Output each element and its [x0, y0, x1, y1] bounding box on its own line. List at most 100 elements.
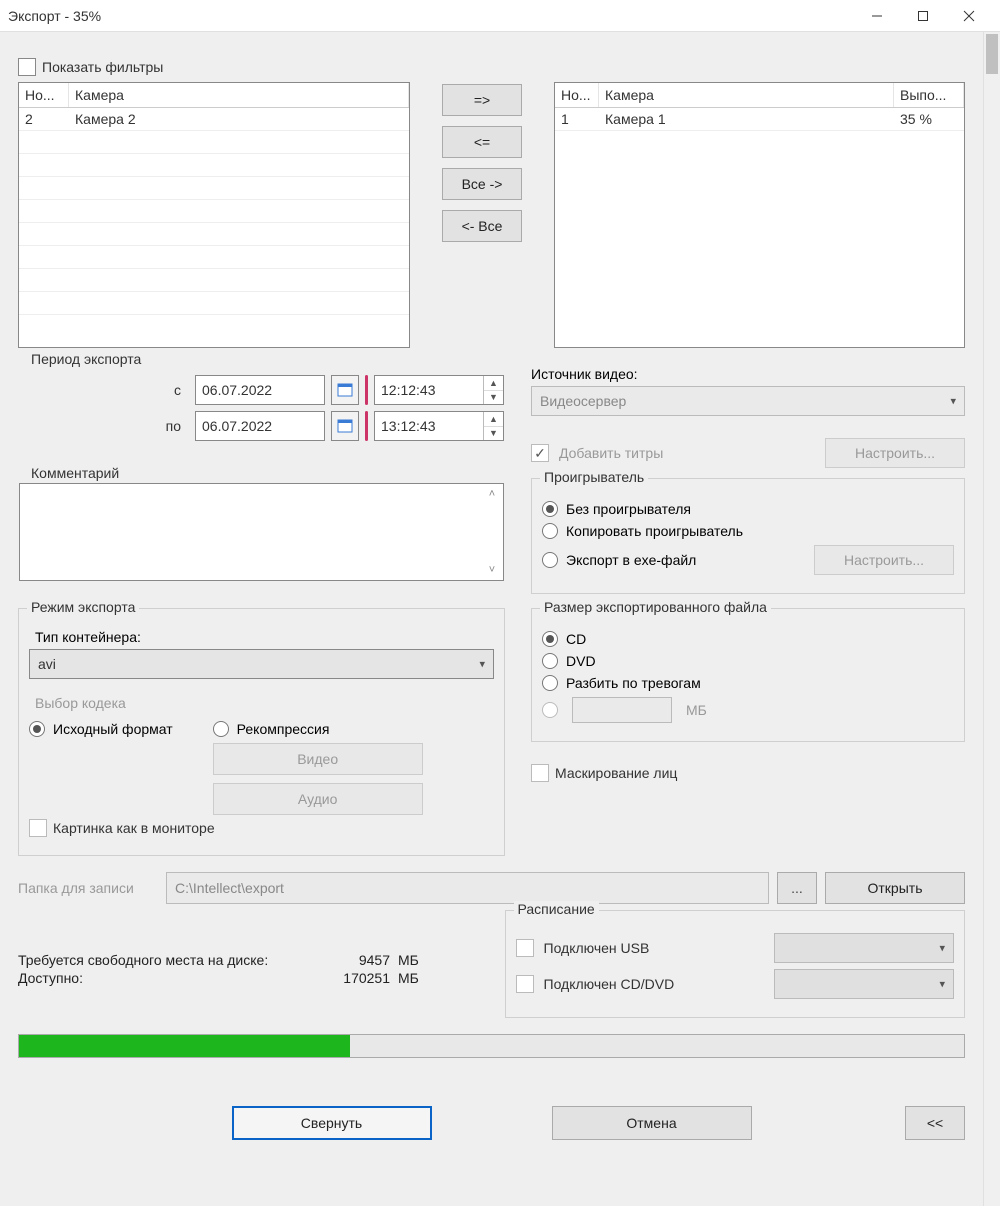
to-calendar-button[interactable]: [331, 411, 359, 441]
cddvd-label: Подключен CD/DVD: [544, 976, 765, 992]
scroll-up-icon[interactable]: ˄: [483, 488, 501, 500]
show-filters-label: Показать фильтры: [42, 59, 163, 75]
close-window-button[interactable]: [946, 0, 992, 32]
to-label: по: [19, 418, 189, 434]
required-label: Требуется свободного места на диске:: [18, 952, 318, 968]
add-titles-label: Добавить титры: [559, 445, 815, 461]
time-spinner[interactable]: ▲▼: [483, 412, 503, 440]
chevron-down-icon: ▾: [939, 978, 945, 991]
mb-suffix: МБ: [686, 702, 707, 718]
separator-icon: [365, 375, 368, 405]
comment-legend: Комментарий: [27, 465, 123, 481]
maximize-window-button[interactable]: [900, 0, 946, 32]
cddvd-select[interactable]: ▾: [774, 969, 954, 999]
from-label: с: [19, 382, 189, 398]
available-cameras-list[interactable]: Но... Камера 2 Камера 2: [18, 82, 410, 348]
collapse-button[interactable]: <<: [905, 1106, 965, 1140]
size-split-label: Разбить по тревогам: [566, 675, 701, 691]
container-label: Тип контейнера:: [35, 629, 494, 645]
player-exe-radio[interactable]: [542, 552, 558, 568]
col-header-no[interactable]: Но...: [19, 83, 69, 107]
move-right-button[interactable]: =>: [442, 84, 522, 116]
chevron-down-icon: ▾: [479, 658, 485, 671]
schedule-group: Расписание Подключен USB ▾ Подключен CD/…: [505, 910, 966, 1018]
player-copy-radio[interactable]: [542, 523, 558, 539]
list-row[interactable]: 2 Камера 2: [19, 108, 409, 131]
chevron-down-icon: ▾: [950, 395, 956, 408]
player-copy-label: Копировать проигрыватель: [566, 523, 743, 539]
comment-group: Комментарий ˄˅: [18, 474, 505, 594]
recompress-label: Рекомпрессия: [237, 721, 330, 737]
comment-textarea[interactable]: ˄˅: [19, 483, 504, 581]
size-custom-input[interactable]: [572, 697, 672, 723]
from-time-input[interactable]: 12:12:43 ▲▼: [374, 375, 504, 405]
show-filters-row: Показать фильтры: [18, 58, 965, 76]
time-spinner[interactable]: ▲▼: [483, 376, 503, 404]
size-split-radio[interactable]: [542, 675, 558, 691]
col-header-cam[interactable]: Камера: [69, 83, 409, 107]
selected-cameras-list[interactable]: Но... Камера Выпо... 1 Камера 1 35 %: [554, 82, 965, 348]
col-header-pct[interactable]: Выпо...: [894, 83, 964, 107]
add-titles-checkbox[interactable]: [531, 444, 549, 462]
size-cd-label: CD: [566, 631, 586, 647]
size-cd-radio[interactable]: [542, 631, 558, 647]
path-label: Папка для записи: [18, 880, 158, 896]
titles-settings-button[interactable]: Настроить...: [825, 438, 965, 468]
cancel-button[interactable]: Отмена: [552, 1106, 752, 1140]
scroll-down-icon[interactable]: ˅: [483, 564, 501, 576]
player-group: Проигрыватель Без проигрывателя Копирова…: [531, 478, 965, 594]
usb-checkbox[interactable]: [516, 939, 534, 957]
face-mask-label: Маскирование лиц: [555, 765, 677, 781]
size-dvd-radio[interactable]: [542, 653, 558, 669]
col-header-cam[interactable]: Камера: [599, 83, 894, 107]
open-folder-button[interactable]: Открыть: [825, 872, 965, 904]
usb-select[interactable]: ▾: [774, 933, 954, 963]
titlebar: Экспорт - 35%: [0, 0, 1000, 32]
progress-bar-fill: [19, 1035, 350, 1057]
export-mode-group: Режим экспорта Тип контейнера: avi ▾ Выб…: [18, 608, 505, 856]
source-format-radio[interactable]: [29, 721, 45, 737]
minimize-button[interactable]: Свернуть: [232, 1106, 432, 1140]
from-date-input[interactable]: 06.07.2022: [195, 375, 325, 405]
video-codec-button[interactable]: Видео: [213, 743, 423, 775]
col-header-no[interactable]: Но...: [555, 83, 599, 107]
from-calendar-button[interactable]: [331, 375, 359, 405]
size-custom-radio[interactable]: [542, 702, 558, 718]
monitor-like-label: Картинка как в мониторе: [53, 820, 215, 836]
export-progress: [18, 1034, 965, 1058]
path-input[interactable]: C:\Intellect\export: [166, 872, 769, 904]
move-all-left-button[interactable]: <- Все: [442, 210, 522, 242]
monitor-like-checkbox[interactable]: [29, 819, 47, 837]
scrollbar-thumb[interactable]: [986, 34, 998, 74]
size-dvd-label: DVD: [566, 653, 596, 669]
move-left-button[interactable]: <=: [442, 126, 522, 158]
player-none-radio[interactable]: [542, 501, 558, 517]
cddvd-checkbox[interactable]: [516, 975, 534, 993]
player-exe-label: Экспорт в exe-файл: [566, 552, 806, 568]
to-time-input[interactable]: 13:12:43 ▲▼: [374, 411, 504, 441]
disk-stats: Требуется свободного места на диске: 945…: [18, 950, 479, 1018]
player-settings-button[interactable]: Настроить...: [814, 545, 954, 575]
recompress-radio[interactable]: [213, 721, 229, 737]
usb-label: Подключен USB: [544, 940, 765, 956]
period-group: Период экспорта с 06.07.2022 12:12:43 ▲▼…: [18, 360, 505, 460]
video-source-label: Источник видео:: [531, 366, 965, 382]
codec-label: Выбор кодека: [35, 695, 494, 711]
schedule-legend: Расписание: [514, 901, 599, 917]
face-mask-checkbox[interactable]: [531, 764, 549, 782]
browse-button[interactable]: ...: [777, 872, 817, 904]
list-row[interactable]: 1 Камера 1 35 %: [555, 108, 964, 131]
show-filters-checkbox[interactable]: [18, 58, 36, 76]
required-value: 9457: [318, 952, 398, 968]
separator-icon: [365, 411, 368, 441]
chevron-down-icon: ▾: [939, 942, 945, 955]
move-all-right-button[interactable]: Все ->: [442, 168, 522, 200]
container-select[interactable]: avi ▾: [29, 649, 494, 679]
to-date-input[interactable]: 06.07.2022: [195, 411, 325, 441]
minimize-window-button[interactable]: [854, 0, 900, 32]
video-source-select[interactable]: Видеосервер ▾: [531, 386, 965, 416]
audio-codec-button[interactable]: Аудио: [213, 783, 423, 815]
vertical-scrollbar[interactable]: [983, 32, 1000, 1206]
available-value: 170251: [318, 970, 398, 986]
unit-label: МБ: [398, 970, 438, 986]
